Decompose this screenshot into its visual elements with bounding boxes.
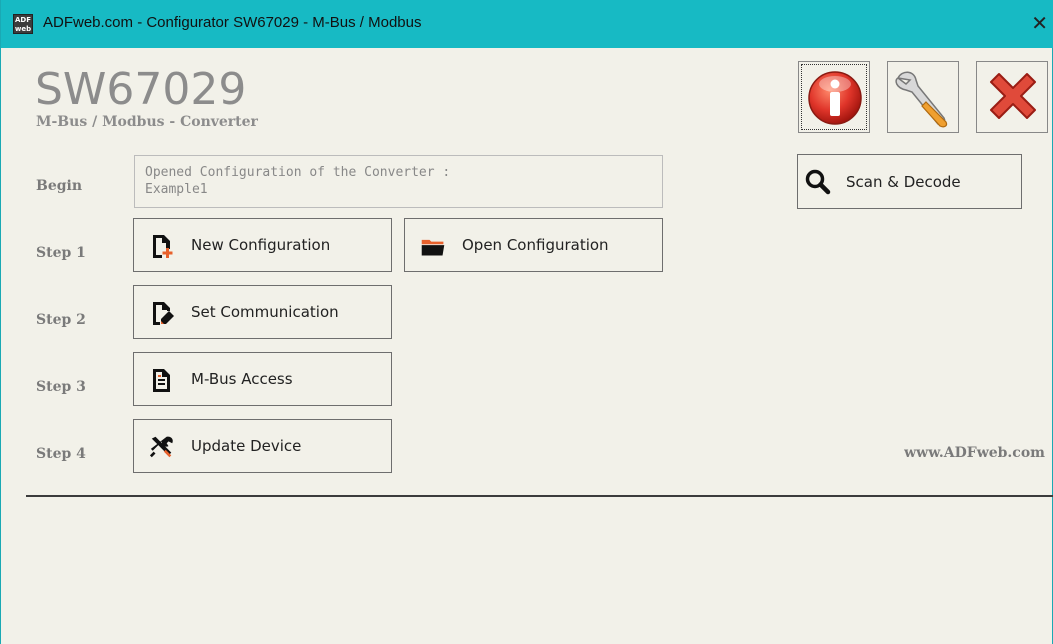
website-link[interactable]: www.ADFweb.com	[904, 445, 1045, 461]
step-4-label: Step 4	[36, 446, 86, 462]
update-device-label: Update Device	[191, 437, 302, 455]
settings-button[interactable]	[887, 61, 959, 133]
divider-line	[26, 495, 1053, 497]
folder-icon	[421, 239, 445, 256]
open-configuration-label: Open Configuration	[462, 236, 609, 254]
configurator-window: ADF web ADFweb.com - Configurator SW6702…	[0, 0, 1053, 644]
close-red-x-icon	[990, 73, 1036, 119]
set-communication-button[interactable]: Set Communication	[133, 285, 392, 339]
window-title: ADFweb.com - Configurator SW67029 - M-Bu…	[43, 14, 422, 31]
update-device-button[interactable]: Update Device	[133, 419, 392, 473]
step-3-label: Step 3	[36, 379, 86, 395]
scan-decode-label: Scan & Decode	[846, 173, 961, 191]
status-box: Opened Configuration of the Converter : …	[134, 155, 663, 208]
document-icon	[153, 369, 170, 392]
set-communication-label: Set Communication	[191, 303, 339, 321]
edit-file-icon	[153, 302, 174, 325]
new-configuration-button[interactable]: New Configuration	[133, 218, 392, 272]
product-code: SW67029	[35, 64, 247, 115]
tools-icon	[149, 436, 173, 458]
title-bar: ADF web ADFweb.com - Configurator SW6702…	[1, 0, 1053, 48]
step-2-label: Step 2	[36, 312, 86, 328]
begin-label: Begin	[36, 178, 83, 194]
window-close-button[interactable]: ✕	[1031, 11, 1048, 35]
status-line-2: Example1	[145, 182, 208, 197]
step-1-label: Step 1	[36, 245, 86, 261]
wrench-icon	[895, 71, 948, 128]
scan-decode-button[interactable]: Scan & Decode	[797, 154, 1022, 209]
mbus-access-button[interactable]: M-Bus Access	[133, 352, 392, 406]
info-icon	[808, 71, 862, 125]
new-configuration-label: New Configuration	[191, 236, 331, 254]
exit-button[interactable]	[976, 61, 1048, 133]
info-button[interactable]	[798, 61, 870, 133]
status-line-1: Opened Configuration of the Converter :	[145, 165, 451, 180]
open-configuration-button[interactable]: Open Configuration	[404, 218, 663, 272]
magnifier-icon	[805, 169, 831, 195]
app-logo-icon: ADF web	[13, 14, 33, 34]
product-subtitle: M-Bus / Modbus - Converter	[36, 114, 258, 130]
new-file-icon	[153, 235, 173, 258]
mbus-access-label: M-Bus Access	[191, 370, 293, 388]
